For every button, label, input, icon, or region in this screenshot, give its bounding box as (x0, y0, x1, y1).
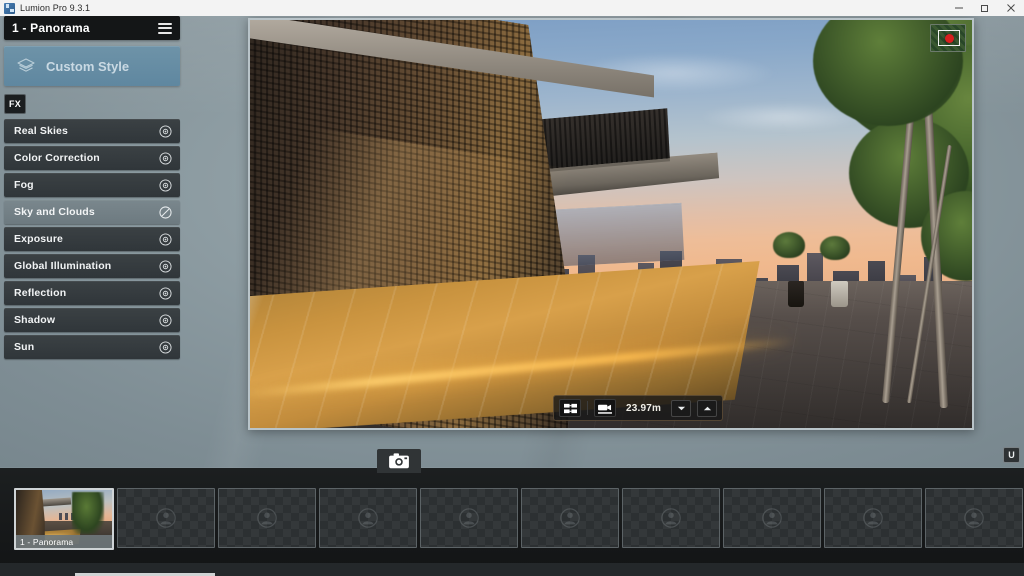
panorama-slot-1[interactable]: 1 - Panorama (14, 488, 114, 550)
shrub (820, 236, 851, 261)
camera-height-icon[interactable] (594, 399, 616, 417)
tab-fx[interactable]: FX (4, 94, 26, 114)
restore-button[interactable] (972, 0, 998, 16)
fx-item-sun[interactable]: Sun (4, 335, 180, 359)
custom-style-label: Custom Style (46, 58, 130, 74)
custom-style-card[interactable]: Custom Style (4, 46, 180, 86)
window-controls (946, 0, 1024, 16)
panorama-slot-9[interactable] (824, 488, 922, 548)
minimize-button[interactable] (946, 0, 972, 16)
close-button[interactable] (998, 0, 1024, 16)
fx-label: Global Illumination (14, 260, 112, 272)
eye-icon[interactable] (159, 178, 172, 192)
fx-label: Reflection (14, 287, 67, 299)
fx-item-fog[interactable]: Fog (4, 173, 180, 197)
planter-light (831, 281, 849, 308)
panorama-placeholder-icon (862, 507, 884, 529)
lumion-app-window: Lumion Pro 9.3.1 1 - Panorama Custom Sty… (0, 0, 1024, 576)
camera-icon (389, 453, 409, 469)
fx-label: Sun (14, 341, 35, 353)
fx-tab-row: FX (4, 94, 180, 114)
hud-divider (587, 401, 588, 415)
fx-label: Shadow (14, 314, 56, 326)
eye-icon[interactable] (159, 286, 172, 300)
fx-item-reflection[interactable]: Reflection (4, 281, 180, 305)
u-button[interactable]: U (1003, 447, 1020, 463)
eye-icon[interactable] (159, 124, 172, 138)
panorama-slot-4[interactable] (319, 488, 417, 548)
scene-render (250, 20, 972, 428)
panorama-title: 1 - Panorama (12, 21, 90, 35)
panorama-slot-label: 1 - Panorama (16, 535, 112, 548)
camera-hud-bar[interactable]: 23.97m (553, 395, 724, 421)
fx-label: Fog (14, 179, 34, 191)
bottom-status-strip (0, 563, 1024, 576)
lumion-logo-icon (4, 2, 15, 14)
fx-label: Exposure (14, 233, 64, 245)
panorama-slot-5[interactable] (420, 488, 518, 548)
fx-label: Real Skies (14, 125, 69, 137)
eye-disabled-icon[interactable] (159, 205, 172, 219)
fx-effects-list: Real Skies Color Correction Fog Sky and … (4, 119, 180, 359)
chevron-up-icon[interactable] (697, 399, 718, 417)
eye-icon[interactable] (159, 232, 172, 246)
shrub (773, 232, 806, 259)
fx-item-real-skies[interactable]: Real Skies (4, 119, 180, 143)
eye-icon[interactable] (159, 151, 172, 165)
planter-dark (787, 281, 804, 308)
fx-item-exposure[interactable]: Exposure (4, 227, 180, 251)
panorama-slot-10[interactable] (925, 488, 1023, 548)
panorama-placeholder-icon (559, 507, 581, 529)
panorama-slot-3[interactable] (218, 488, 316, 548)
panorama-placeholder-icon (963, 507, 985, 529)
camera-range-icon[interactable] (559, 399, 581, 417)
panorama-slot-7[interactable] (622, 488, 720, 548)
window-title: Lumion Pro 9.3.1 (20, 3, 91, 13)
panorama-placeholder-icon (357, 507, 379, 529)
panorama-header[interactable]: 1 - Panorama (4, 16, 180, 40)
eye-icon[interactable] (159, 340, 172, 354)
bottom-panorama-bar: U 1 - Panorama (0, 447, 1024, 576)
panorama-placeholder-icon (458, 507, 480, 529)
take-photo-button[interactable] (377, 449, 421, 473)
panorama-placeholder-icon (256, 507, 278, 529)
layers-stack-icon (16, 57, 36, 75)
render-viewport[interactable]: 23.97m (248, 18, 974, 430)
hamburger-menu-icon[interactable] (158, 22, 172, 34)
panorama-placeholder-icon (660, 507, 682, 529)
panorama-slot-8[interactable] (723, 488, 821, 548)
panorama-filmstrip: 1 - Panorama (14, 488, 1023, 550)
window-title-bar: Lumion Pro 9.3.1 (0, 0, 1024, 16)
panorama-placeholder-icon (761, 507, 783, 529)
eye-icon[interactable] (159, 259, 172, 273)
chevron-down-icon[interactable] (671, 399, 692, 417)
eye-icon[interactable] (159, 313, 172, 327)
fx-item-global-illumination[interactable]: Global Illumination (4, 254, 180, 278)
fx-label: Color Correction (14, 152, 100, 164)
left-sidebar: 1 - Panorama Custom Style FX Real Skies … (4, 16, 180, 359)
panorama-slot-2[interactable] (117, 488, 215, 548)
panorama-slot-6[interactable] (521, 488, 619, 548)
fx-item-shadow[interactable]: Shadow (4, 308, 180, 332)
panorama-placeholder-icon (155, 507, 177, 529)
fx-label: Sky and Clouds (14, 206, 95, 218)
fx-item-sky-and-clouds[interactable]: Sky and Clouds (4, 200, 180, 224)
minimap-location-icon[interactable] (930, 24, 966, 52)
fx-item-color-correction[interactable]: Color Correction (4, 146, 180, 170)
app-stage: 1 - Panorama Custom Style FX Real Skies … (0, 16, 1024, 576)
camera-height-value: 23.97m (626, 402, 662, 414)
